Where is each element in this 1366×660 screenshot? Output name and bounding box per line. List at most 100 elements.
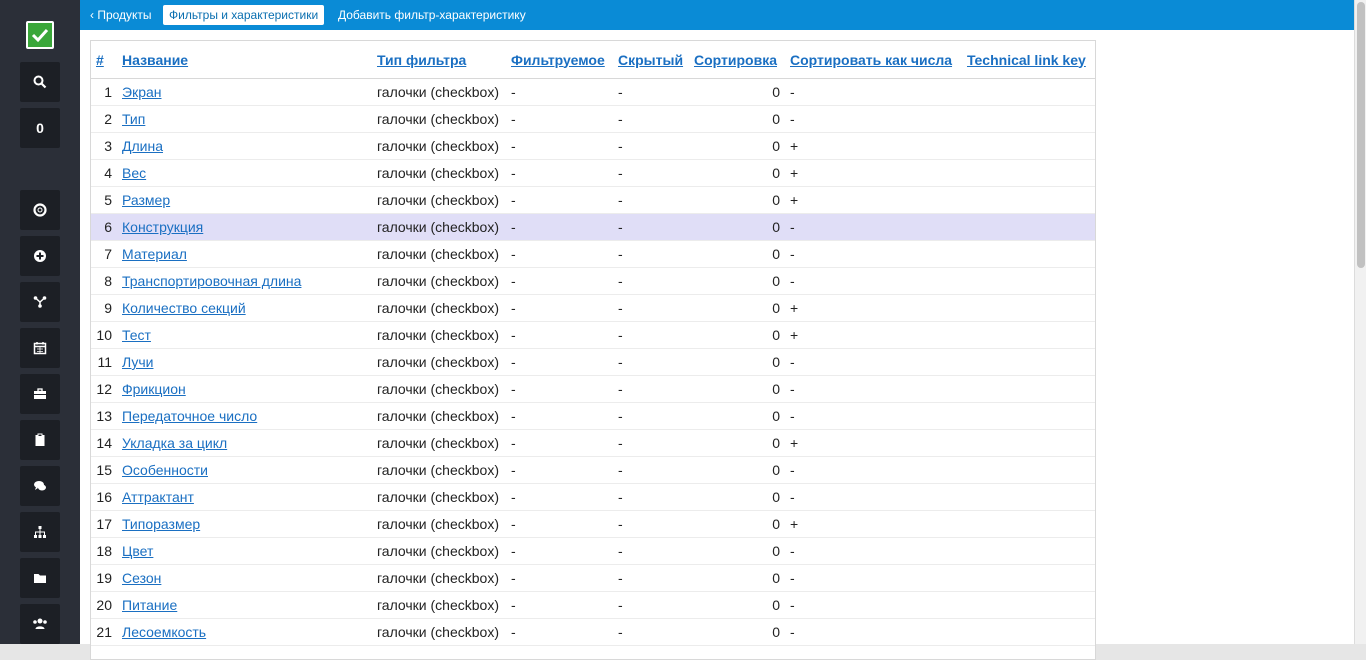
cell-sort-numeric: + — [785, 429, 962, 457]
table-row[interactable]: 2 Тип галочки (checkbox) - -0- — [91, 105, 1095, 133]
filter-name-link[interactable]: Длина — [122, 138, 163, 154]
filter-name-link[interactable]: Аттрактант — [122, 489, 194, 505]
cell-num: 3 — [91, 132, 117, 160]
files-button[interactable] — [20, 558, 60, 598]
table-row[interactable]: 15 Особенности галочки (checkbox) - -0- — [91, 456, 1095, 484]
cell-hidden: - — [613, 591, 689, 619]
scrollbar-thumb[interactable] — [1357, 2, 1365, 268]
logo-checkmark-icon[interactable] — [26, 21, 54, 49]
cell-filterable: - — [506, 240, 613, 268]
filter-name-link[interactable]: Размер — [122, 192, 170, 208]
table-row[interactable]: 18 Цвет галочки (checkbox) - -0- — [91, 537, 1095, 565]
cell-sort: 0 — [689, 213, 785, 241]
column-header-link-key[interactable]: Technical link key — [962, 41, 1095, 79]
table-row[interactable]: 3 Длина галочки (checkbox) - -0 + — [91, 132, 1095, 160]
filters-panel: # Название Тип фильтра Фильтруемое Скрыт… — [90, 40, 1096, 660]
cell-sort: 0 — [689, 564, 785, 592]
filter-name-link[interactable]: Количество секций — [122, 300, 246, 316]
table-row[interactable]: 17 Типоразмер галочки (checkbox) - -0 + — [91, 510, 1095, 538]
cell-filter-type: галочки (checkbox) — [372, 267, 506, 295]
filter-name-link[interactable]: Цвет — [122, 543, 153, 559]
cell-hidden: - — [613, 375, 689, 403]
cell-hidden: - — [613, 348, 689, 376]
cell-num: 15 — [91, 456, 117, 484]
cell-hidden: - — [613, 240, 689, 268]
breadcrumb-current-tab[interactable]: Фильтры и характеристики — [163, 5, 325, 25]
cell-filterable: - — [506, 159, 613, 187]
filter-name-link[interactable]: Сезон — [122, 570, 161, 586]
table-row[interactable]: 14 Укладка за цикл галочки (checkbox) - -0 + — [91, 429, 1095, 457]
comments-button[interactable] — [20, 466, 60, 506]
column-header-hidden[interactable]: Скрытый — [613, 41, 689, 79]
breadcrumb: ‹ Продукты Фильтры и характеристики Доба… — [80, 0, 1366, 30]
cell-filterable: - — [506, 186, 613, 214]
table-row[interactable]: 5 Размер галочки (checkbox) - -0 + — [91, 186, 1095, 214]
table-row[interactable]: 10 Тест галочки (checkbox) - -0 + — [91, 321, 1095, 349]
add-button[interactable] — [20, 236, 60, 276]
filter-name-link[interactable]: Лучи — [122, 354, 153, 370]
users-button[interactable] — [20, 604, 60, 644]
page-scrollbar[interactable] — [1354, 0, 1366, 644]
cell-link-key — [962, 159, 1095, 187]
column-header-name[interactable]: Название — [117, 41, 372, 79]
column-header-filterable[interactable]: Фильтруемое — [506, 41, 613, 79]
cell-sort-numeric: - — [785, 483, 962, 511]
cell-sort-numeric: + — [785, 186, 962, 214]
table-row[interactable]: 11 Лучи галочки (checkbox) - -0- — [91, 348, 1095, 376]
breadcrumb-products-link[interactable]: ‹ Продукты — [90, 5, 152, 25]
filter-name-link[interactable]: Вес — [122, 165, 146, 181]
filter-name-link[interactable]: Фрикцион — [122, 381, 186, 397]
filter-name-link[interactable]: Особенности — [122, 462, 208, 478]
table-row[interactable]: 8 Транспортировочная длина галочки (checkb… — [91, 267, 1095, 295]
filter-name-link[interactable]: Лесоемкость — [122, 624, 206, 640]
cell-sort-numeric: + — [785, 510, 962, 538]
cell-filter-type: галочки (checkbox) — [372, 456, 506, 484]
life-ring-icon — [33, 203, 47, 217]
filter-name-link[interactable]: Транспортировочная длина — [122, 273, 301, 289]
cell-name: Тип — [117, 105, 372, 133]
briefcase-button[interactable] — [20, 374, 60, 414]
clipboard-button[interactable] — [20, 420, 60, 460]
filter-name-link[interactable]: Типоразмер — [122, 516, 200, 532]
help-button[interactable] — [20, 190, 60, 230]
cell-filter-type: галочки (checkbox) — [372, 402, 506, 430]
counter-button[interactable]: 0 — [20, 108, 60, 148]
cell-filter-type: галочки (checkbox) — [372, 510, 506, 538]
table-row[interactable]: 16 Аттрактант галочки (checkbox) - -0- — [91, 483, 1095, 511]
table-row[interactable]: 13 Передаточное число галочки (checkbox) - -… — [91, 402, 1095, 430]
filter-name-link[interactable]: Укладка за цикл — [122, 435, 227, 451]
table-row[interactable]: 12 Фрикцион галочки (checkbox) - -0- — [91, 375, 1095, 403]
column-header-num[interactable]: # — [91, 41, 117, 79]
table-row[interactable]: 7 Материал галочки (checkbox) - -0- — [91, 240, 1095, 268]
column-header-sort-numeric[interactable]: Сортировать как числа — [785, 41, 962, 79]
structure-button[interactable] — [20, 512, 60, 552]
table-row[interactable]: 9 Количество секций галочки (checkbox) - -0 + — [91, 294, 1095, 322]
filter-name-link[interactable]: Передаточное число — [122, 408, 257, 424]
filter-name-link[interactable]: Тип — [122, 111, 145, 127]
calendar-button[interactable] — [20, 328, 60, 368]
cell-sort-numeric: - — [785, 240, 962, 268]
table-row[interactable]: 20 Питание галочки (checkbox) - -0- — [91, 591, 1095, 619]
cell-sort: 0 — [689, 375, 785, 403]
table-row[interactable]: 21 Лесоемкость галочки (checkbox) - -0- — [91, 618, 1095, 646]
filter-name-link[interactable]: Экран — [122, 84, 162, 100]
table-row[interactable]: 19 Сезон галочки (checkbox) - -0- — [91, 564, 1095, 592]
table-row[interactable]: 4 Вес галочки (checkbox) - -0 + — [91, 159, 1095, 187]
table-row[interactable]: 6 Конструкция галочки (checkbox) - -0- — [91, 213, 1095, 241]
cell-filter-type: галочки (checkbox) — [372, 429, 506, 457]
column-header-type[interactable]: Тип фильтра — [372, 41, 506, 79]
add-filter-link[interactable]: Добавить фильтр-характеристику — [338, 5, 526, 25]
filter-name-link[interactable]: Питание — [122, 597, 177, 613]
share-button[interactable] — [20, 282, 60, 322]
filter-name-link[interactable]: Тест — [122, 327, 151, 343]
search-button[interactable] — [20, 62, 60, 102]
share-icon — [33, 296, 47, 308]
briefcase-icon — [34, 388, 46, 399]
table-row[interactable]: 1 Экран галочки (checkbox) - -0- — [91, 78, 1095, 106]
cell-hidden: - — [613, 618, 689, 646]
cell-sort-numeric: - — [785, 537, 962, 565]
filter-name-link[interactable]: Материал — [122, 246, 187, 262]
filter-name-link[interactable]: Конструкция — [122, 219, 203, 235]
column-header-sort[interactable]: Сортировка — [689, 41, 785, 79]
cell-sort: 0 — [689, 132, 785, 160]
